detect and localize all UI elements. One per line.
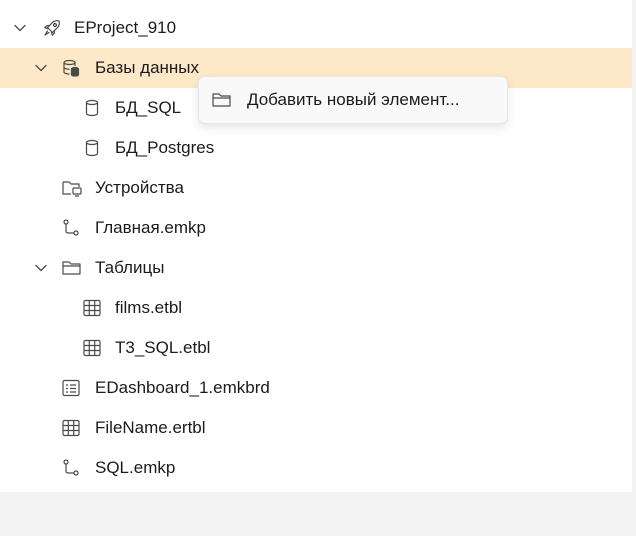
tree-item-label: EDashboard_1.emkbrd [95,378,270,397]
flow-icon [61,458,81,478]
folder-icon [61,258,81,278]
folder-devices-icon [61,178,82,198]
tree-item-label: БД_Postgres [115,138,215,157]
rocket-icon [42,18,62,38]
table-icon [82,338,102,358]
context-menu: Добавить новый элемент... [198,76,508,124]
menu-item-label: Добавить новый элемент... [247,90,460,109]
chevron-down-icon[interactable] [12,20,28,36]
table-icon [61,418,81,438]
flow-icon [61,218,81,238]
tree-item-project[interactable]: EProject_910 [0,8,632,48]
tree-item-label: Устройства [95,178,184,197]
tree-item-label: FileName.ertbl [95,418,206,437]
tree-item-devices[interactable]: Устройства [0,168,632,208]
folder-icon [211,90,231,110]
tree-item-label: EProject_910 [74,18,177,37]
tree-item-label: SQL.emkp [95,458,176,477]
tree-item-db-postgres[interactable]: БД_Postgres [0,128,632,168]
tree-item-main-emkp[interactable]: Главная.emkp [0,208,632,248]
tree-item-label: T3_SQL.etbl [115,338,211,357]
tree-item-dashboard[interactable]: EDashboard_1.emkbrd [0,368,632,408]
tree-item-tables[interactable]: Таблицы [0,248,632,288]
tree-item-films[interactable]: films.etbl [0,288,632,328]
tree-item-filename[interactable]: FileName.ertbl [0,408,632,448]
table-icon [82,298,102,318]
project-explorer-panel: EProject_910 Базы данных БД_SQL БД_Postg… [0,0,632,492]
tree-item-label: Таблицы [95,258,165,277]
menu-item-add-new-element[interactable]: Добавить новый элемент... [203,81,503,119]
database-icon [82,98,102,118]
tree-item-label: films.etbl [115,298,183,317]
chevron-down-icon[interactable] [33,260,49,276]
chevron-down-icon[interactable] [33,60,49,76]
database-stack-icon [61,58,81,78]
tree-item-sql-emkp[interactable]: SQL.emkp [0,448,632,488]
tree-item-label: Базы данных [95,58,200,77]
dashboard-icon [61,378,81,398]
tree-item-label: БД_SQL [115,98,182,117]
database-icon [82,138,102,158]
tree-item-label: Главная.emkp [95,218,206,237]
tree-item-t3-sql[interactable]: T3_SQL.etbl [0,328,632,368]
